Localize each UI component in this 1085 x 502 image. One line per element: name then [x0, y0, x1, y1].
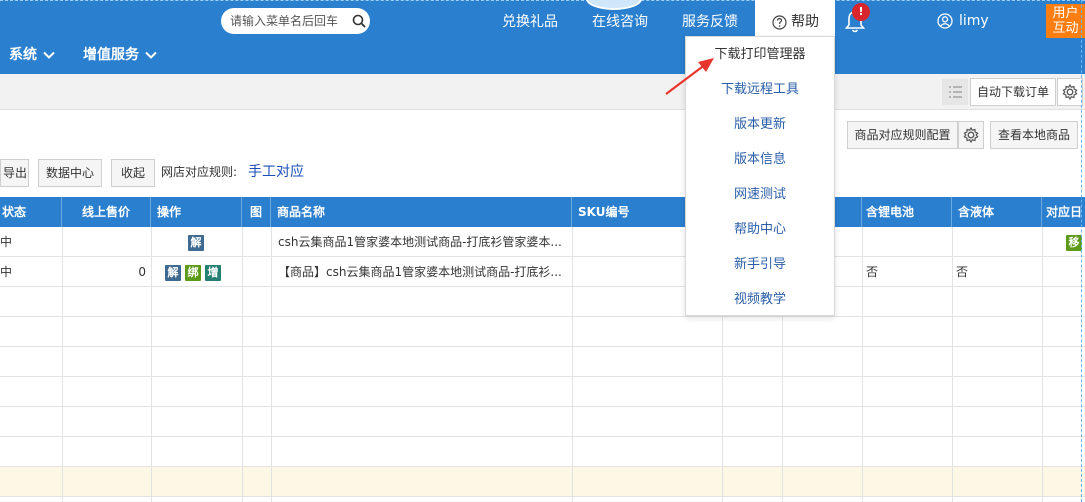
menu-item-speed-test[interactable]: 网速测试: [686, 177, 834, 212]
data-center-button[interactable]: 数据中心: [38, 159, 102, 187]
cell-product-name[interactable]: csh云集商品1管家婆本地测试商品-打底衫管家婆本...: [278, 227, 564, 257]
toolbar: 自动下载订单: [0, 74, 1085, 110]
row-divider: [0, 436, 1085, 437]
gear-icon: [963, 126, 979, 144]
link-service-feedback[interactable]: 服务反馈: [682, 12, 738, 32]
column-header-lithium-battery[interactable]: 含锂电池: [862, 197, 952, 227]
menu-item-video-tutorial[interactable]: 视频教学: [686, 282, 834, 317]
selection-outline-right: [1081, 0, 1083, 502]
column-header-product-name[interactable]: 商品名称: [271, 197, 572, 227]
nav-item-value-added[interactable]: 增值服务: [83, 45, 157, 65]
link-online-consult[interactable]: 在线咨询: [592, 12, 648, 32]
collapse-button[interactable]: 收起: [111, 159, 155, 187]
row-divider: [0, 346, 1085, 347]
export-button[interactable]: 导出: [0, 159, 29, 187]
column-divider: [242, 227, 243, 502]
auto-download-orders-button[interactable]: 自动下载订单: [970, 78, 1056, 106]
nav-item-label: 增值服务: [83, 47, 139, 63]
cell-status: 中: [0, 235, 13, 249]
column-divider: [151, 227, 152, 502]
add-tag[interactable]: 增: [205, 264, 221, 281]
column-header-liquid[interactable]: 含液体: [952, 197, 1042, 227]
product-rule-config-button[interactable]: 商品对应规则配置: [847, 121, 958, 149]
menu-item-version-info[interactable]: 版本信息: [686, 142, 834, 177]
toolbar-settings-button[interactable]: [1057, 78, 1083, 106]
store-rule-link[interactable]: 手工对应: [248, 162, 304, 182]
link-redeem-gifts[interactable]: 兑换礼品: [502, 12, 558, 32]
user-interaction-badge[interactable]: 用户 互动: [1046, 4, 1085, 38]
user-menu[interactable]: limy: [937, 11, 989, 31]
user-icon: [937, 13, 953, 29]
row-divider: [0, 316, 1085, 317]
list-icon: [949, 86, 962, 98]
table-row-highlighted[interactable]: [0, 467, 1085, 497]
menu-item-beginner-guide[interactable]: 新手引导: [686, 247, 834, 282]
menu-item-help-center[interactable]: 帮助中心: [686, 212, 834, 247]
cell-status: 中: [0, 265, 13, 279]
store-rule-label: 网店对应规则:: [161, 165, 238, 179]
search-icon[interactable]: [352, 14, 366, 28]
row-divider: [0, 496, 1085, 497]
bind-tag[interactable]: 绑: [185, 264, 201, 281]
menu-search-box: [221, 8, 370, 34]
nav-item-label: 系统: [9, 47, 37, 63]
column-divider: [1042, 227, 1043, 502]
column-header-mapping-date[interactable]: 对应日: [1042, 197, 1085, 227]
nav-item-system[interactable]: 系统: [9, 45, 55, 65]
column-divider: [952, 227, 953, 502]
column-divider: [862, 227, 863, 502]
mapping-tag[interactable]: 移: [1066, 234, 1082, 251]
cell-operations: 解绑增: [165, 257, 225, 287]
view-local-products-button[interactable]: 查看本地商品: [990, 121, 1078, 149]
chevron-down-icon: [43, 51, 55, 59]
row-divider: [0, 376, 1085, 377]
selection-outline: [0, 0, 1085, 2]
table-header: 状态 线上售价 操作 图 商品名称 SKU编号 含锂电池 含液体 对应日: [0, 197, 1085, 227]
row-divider: [0, 406, 1085, 407]
list-view-toggle[interactable]: [942, 79, 968, 105]
column-header-image[interactable]: 图: [242, 197, 271, 227]
column-divider: [271, 227, 272, 502]
menu-search-input[interactable]: [230, 12, 348, 30]
user-badge-line2: 互动: [1052, 21, 1079, 36]
cell-lithium-battery: 否: [866, 265, 879, 279]
unbind-tag[interactable]: 解: [165, 264, 181, 281]
cell-operations: 解: [188, 227, 208, 257]
unbind-tag[interactable]: 解: [188, 234, 204, 251]
product-rule-settings-button[interactable]: [958, 121, 984, 149]
cell-liquid: 否: [956, 265, 969, 279]
user-badge-line1: 用户: [1052, 6, 1079, 21]
help-label: 帮助: [791, 14, 819, 30]
cell-product-name[interactable]: 【商品】csh云集商品1管家婆本地测试商品-打底衫...: [278, 257, 564, 287]
cell-price: 0: [138, 265, 146, 279]
gear-icon: [1062, 83, 1078, 101]
notification-badge: !: [852, 3, 870, 21]
column-header-status[interactable]: 状态: [0, 197, 62, 227]
column-divider: [572, 227, 573, 502]
row-divider: [0, 466, 1085, 467]
column-header-online-price[interactable]: 线上售价: [62, 197, 151, 227]
question-circle-icon: [772, 14, 787, 30]
column-header-operations[interactable]: 操作: [151, 197, 242, 227]
chevron-down-icon: [145, 51, 157, 59]
annotation-arrow-icon: [665, 58, 714, 95]
username: limy: [959, 13, 989, 29]
menu-item-version-update[interactable]: 版本更新: [686, 107, 834, 142]
